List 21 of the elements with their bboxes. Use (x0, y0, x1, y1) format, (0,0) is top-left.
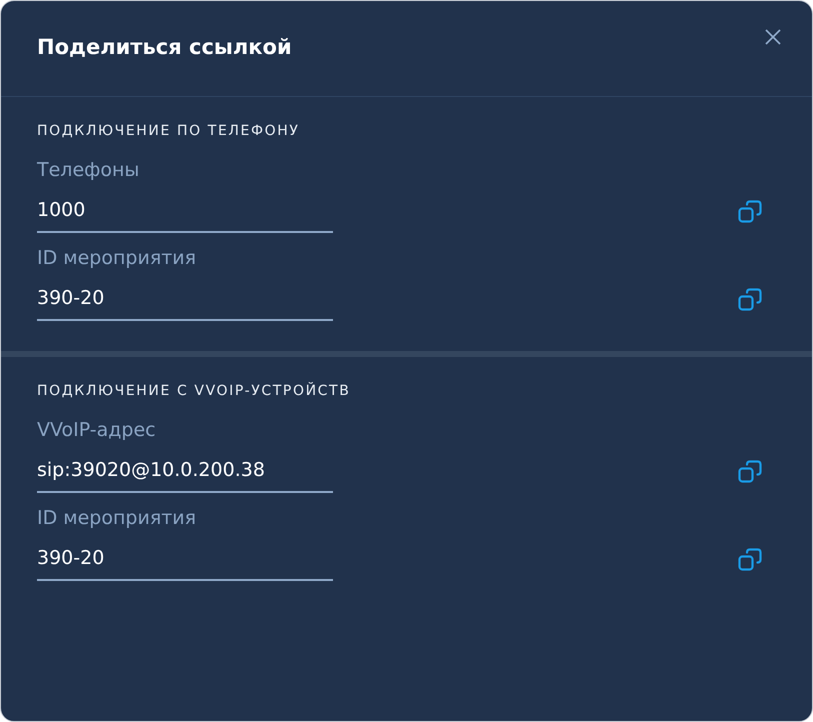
input-field[interactable]: sip:39020@10.0.200.38 (37, 443, 333, 493)
input-field[interactable]: 1000 (37, 183, 333, 233)
copy-icon (738, 548, 762, 572)
copy-icon (738, 288, 762, 312)
section-heading: ПОДКЛЮЧЕНИЕ С VVOIP-УСТРОЙСТВ (37, 383, 352, 399)
copy-button[interactable] (738, 460, 762, 484)
input-field[interactable]: 390-20 (37, 531, 333, 581)
copy-icon (738, 200, 762, 224)
field-label: ID мероприятия (37, 506, 198, 531)
dialog-title: Поделиться ссылкой (37, 35, 292, 59)
section-heading: ПОДКЛЮЧЕНИЕ ПО ТЕЛЕФОНУ (37, 123, 301, 139)
copy-button[interactable] (738, 548, 762, 572)
input-field[interactable]: 390-20 (37, 271, 333, 321)
close-button[interactable] (764, 28, 782, 46)
copy-button[interactable] (738, 288, 762, 312)
copy-button[interactable] (738, 200, 762, 224)
field-label: VVoIP-адрес (37, 418, 157, 443)
field-label: ID мероприятия (37, 246, 198, 271)
field-label: Телефоны (37, 158, 140, 183)
close-icon (764, 28, 782, 46)
copy-icon (738, 460, 762, 484)
